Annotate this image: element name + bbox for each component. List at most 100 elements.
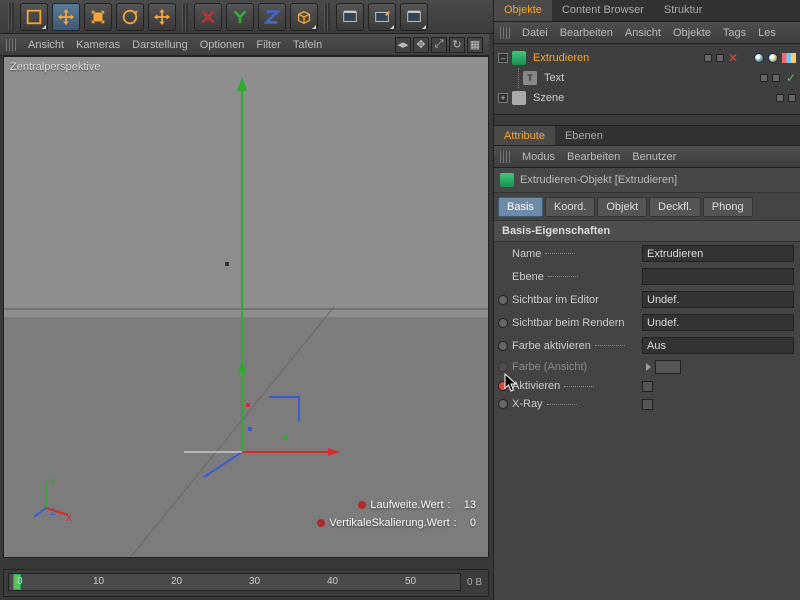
view-nav-icon-5[interactable]: ▦ <box>467 37 483 53</box>
enable-checkbox[interactable] <box>642 381 653 392</box>
svg-text:Z: Z <box>50 507 56 517</box>
visible-editor-select[interactable] <box>642 291 794 308</box>
color-enable-select[interactable] <box>642 337 794 354</box>
anim-dot[interactable] <box>498 318 508 328</box>
menu-datei[interactable]: Datei <box>522 27 548 39</box>
menu-filter[interactable]: Filter <box>256 39 280 51</box>
tag-icon[interactable] <box>768 53 778 63</box>
layer-dot[interactable] <box>704 54 712 62</box>
name-input[interactable] <box>642 245 794 262</box>
anim-dot[interactable] <box>498 341 508 351</box>
tab-ebenen[interactable]: Ebenen <box>555 126 613 145</box>
toolbar-grip <box>8 3 14 31</box>
time-track[interactable]: 0 10 20 30 40 50 <box>8 573 461 591</box>
menu-ansicht[interactable]: Ansicht <box>28 39 64 51</box>
subtab-objekt[interactable]: Objekt <box>597 197 647 217</box>
menu-tags[interactable]: Tags <box>723 27 746 39</box>
prop-label: Farbe aktivieren <box>512 340 638 352</box>
menu-kameras[interactable]: Kameras <box>76 39 120 51</box>
layer-dot[interactable] <box>772 74 780 82</box>
expander-icon[interactable]: + <box>498 93 508 103</box>
ebene-input[interactable] <box>642 268 794 285</box>
viewport[interactable]: Zentralperspektive Y <box>3 56 489 558</box>
view-nav-icon-2[interactable]: ✥ <box>413 37 429 53</box>
object-label[interactable]: Szene <box>530 92 567 104</box>
toolbar-divider <box>182 3 188 31</box>
color-swatch[interactable] <box>655 360 681 374</box>
anim-dot[interactable] <box>498 295 508 305</box>
toolbar-divider-2 <box>324 3 330 31</box>
layer-dot[interactable] <box>788 94 796 102</box>
phong-tag-icon[interactable] <box>754 53 764 63</box>
svg-text:X: X <box>66 513 72 523</box>
menu-bearbeiten[interactable]: Bearbeiten <box>560 27 613 39</box>
hierarchy-row-text[interactable]: T Text ✓ <box>498 68 796 88</box>
timeline[interactable]: 0 10 20 30 40 50 0 B <box>3 569 489 597</box>
hierarchy-row-szene[interactable]: + Szene <box>498 88 796 108</box>
anim-dot[interactable] <box>498 399 508 409</box>
uniform-move-tool[interactable] <box>148 3 176 31</box>
x-axis-tool[interactable] <box>194 3 222 31</box>
section-title: Basis-Eigenschaften <box>494 221 800 242</box>
menu-bearbeiten-attr[interactable]: Bearbeiten <box>567 151 620 163</box>
enable-check-icon[interactable]: ✓ <box>786 71 796 85</box>
tab-objekte[interactable]: Objekte <box>494 0 552 21</box>
attr-menubar-grip <box>500 151 510 163</box>
subtab-phong[interactable]: Phong <box>703 197 753 217</box>
time-readout: 0 B <box>465 577 488 590</box>
render-settings-tool[interactable] <box>400 3 428 31</box>
tab-struktur[interactable]: Struktur <box>654 0 713 21</box>
menu-les[interactable]: Les <box>758 27 776 39</box>
object-menubar-grip <box>500 27 510 39</box>
tab-attribute[interactable]: Attribute <box>494 126 555 145</box>
menubar-grip <box>6 39 16 51</box>
layer-dot[interactable] <box>776 94 784 102</box>
menu-optionen[interactable]: Optionen <box>200 39 245 51</box>
layer-dot[interactable] <box>716 54 724 62</box>
tab-content-browser[interactable]: Content Browser <box>552 0 654 21</box>
subtab-deckfl[interactable]: Deckfl. <box>649 197 701 217</box>
subtab-basis[interactable]: Basis <box>498 197 543 217</box>
enable-x-icon[interactable]: ✕ <box>728 51 738 65</box>
subtab-koord[interactable]: Koord. <box>545 197 595 217</box>
null-icon <box>512 91 526 105</box>
view-nav-icon-3[interactable]: ⤢ <box>431 37 447 53</box>
layer-dot[interactable] <box>760 74 768 82</box>
menu-tafeln[interactable]: Tafeln <box>293 39 322 51</box>
prop-label: Sichtbar beim Rendern <box>512 317 638 329</box>
tag-icon[interactable] <box>782 53 796 63</box>
z-axis-tool[interactable] <box>258 3 286 31</box>
menu-ansicht2[interactable]: Ansicht <box>625 27 661 39</box>
object-label[interactable]: Text <box>541 72 567 84</box>
xray-checkbox[interactable] <box>642 399 653 410</box>
hud-laufweite: Laufweite.Wert : 13 <box>358 499 476 511</box>
prop-label: Ebene <box>512 271 638 283</box>
expand-arrow-icon[interactable] <box>646 363 651 371</box>
hud-vertikalskalierung: VertikaleSkalierung.Wert : 0 <box>317 517 476 529</box>
menu-modus[interactable]: Modus <box>522 151 555 163</box>
menu-benutzer[interactable]: Benutzer <box>632 151 676 163</box>
menu-darstellung[interactable]: Darstellung <box>132 39 188 51</box>
render-region-tool[interactable] <box>368 3 396 31</box>
menu-objekte[interactable]: Objekte <box>673 27 711 39</box>
text-icon: T <box>523 71 537 85</box>
rotate-tool[interactable] <box>116 3 144 31</box>
prop-label: Farbe (Ansicht) <box>512 361 638 373</box>
render-image-tool[interactable] <box>336 3 364 31</box>
move-tool[interactable] <box>52 3 80 31</box>
view-nav-icon-1[interactable]: ◂▸ <box>395 37 411 53</box>
viewport-menubar: Ansicht Kameras Darstellung Optionen Fil… <box>0 34 489 56</box>
y-axis-tool[interactable] <box>226 3 254 31</box>
expander-icon[interactable]: – <box>498 53 508 63</box>
scale-tool[interactable] <box>84 3 112 31</box>
visible-render-select[interactable] <box>642 314 794 331</box>
extrude-icon <box>500 173 514 187</box>
attribute-sub-tabs: Basis Koord. Objekt Deckfl. Phong <box>494 193 800 221</box>
hierarchy-row-extrudieren[interactable]: – Extrudieren ✕ <box>498 48 796 68</box>
attribute-body: Extrudieren-Objekt [Extrudieren] Basis K… <box>494 168 800 600</box>
prop-color-enable: Farbe aktivieren <box>494 334 800 357</box>
object-label[interactable]: Extrudieren <box>530 52 592 64</box>
view-nav-icon-4[interactable]: ↻ <box>449 37 465 53</box>
select-tool[interactable] <box>20 3 48 31</box>
cube-tool[interactable] <box>290 3 318 31</box>
